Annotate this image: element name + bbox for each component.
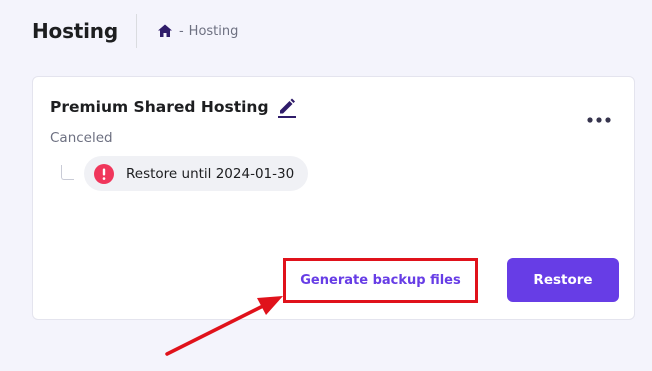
header-divider xyxy=(135,14,137,48)
plan-title: Premium Shared Hosting xyxy=(50,98,269,116)
restore-deadline-badge: Restore until 2024-01-30 xyxy=(84,156,309,191)
breadcrumb: - Hosting xyxy=(157,23,238,39)
ellipsis-horizontal-icon xyxy=(587,117,611,123)
more-options-button[interactable] xyxy=(584,111,614,129)
card-title-row: Premium Shared Hosting xyxy=(50,95,299,119)
hosting-page: Hosting - Hosting Premium Shared Hosting xyxy=(0,0,652,371)
hosting-plan-card: Premium Shared Hosting Canceled Restore … xyxy=(32,76,635,320)
breadcrumb-current: Hosting xyxy=(188,23,239,39)
generate-backup-files-button[interactable]: Generate backup files xyxy=(283,258,478,303)
plan-status: Canceled xyxy=(50,130,113,146)
tree-connector xyxy=(61,165,74,180)
page-header: Hosting - Hosting xyxy=(32,14,238,48)
pencil-icon[interactable] xyxy=(275,95,299,119)
restore-button[interactable]: Restore xyxy=(507,258,619,302)
home-icon[interactable] xyxy=(157,23,173,39)
restore-deadline-text: Restore until 2024-01-30 xyxy=(126,165,295,182)
breadcrumb-separator: - xyxy=(178,23,184,39)
page-title: Hosting xyxy=(32,19,118,43)
exclamation-circle-icon xyxy=(94,163,114,184)
